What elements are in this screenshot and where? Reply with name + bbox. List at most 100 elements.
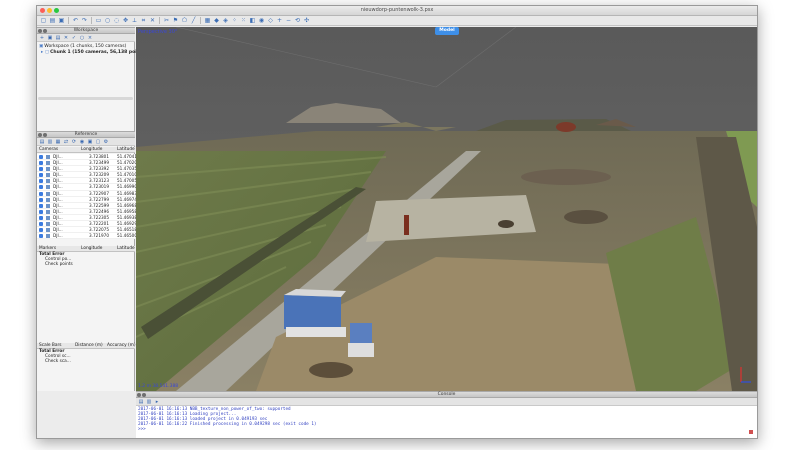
- crop-icon[interactable]: ⌗: [140, 17, 147, 24]
- reference-panel-header: Reference: [37, 131, 135, 138]
- longitude-column-header[interactable]: Longitude: [81, 147, 102, 153]
- marker-icon[interactable]: ⚑: [172, 17, 179, 24]
- save-log-icon[interactable]: ▤: [138, 399, 144, 405]
- reference-toolbar: ▤ ▥ ▦ ⇄ ⟳ ◉ ▣ ▢ ⚙: [37, 138, 135, 146]
- camera-enabled-checkbox[interactable]: [39, 222, 43, 227]
- camera-name: DJI...: [53, 233, 63, 239]
- camera-enabled-checkbox[interactable]: [39, 234, 43, 239]
- distance-column-header[interactable]: Distance (m): [75, 343, 103, 349]
- toolbar-separator: [159, 17, 160, 24]
- move-icon[interactable]: ✣: [303, 17, 310, 24]
- show-markers-icon[interactable]: ◉: [258, 17, 265, 24]
- open-icon[interactable]: ▤: [49, 17, 56, 24]
- model-texture-icon[interactable]: ◈: [222, 17, 229, 24]
- camera-name: DJI...: [53, 196, 63, 202]
- latitude-column-header[interactable]: Latitude: [117, 147, 135, 153]
- camera-enabled-checkbox[interactable]: [39, 203, 43, 208]
- select-rect-icon[interactable]: ▭: [95, 17, 102, 24]
- clear-icon[interactable]: ▦: [55, 139, 61, 145]
- draw-line-icon[interactable]: ╱: [190, 17, 197, 24]
- camera-name: DJI...: [53, 166, 63, 172]
- longitude-column-header[interactable]: Longitude: [81, 246, 102, 252]
- settings-icon[interactable]: ⚙: [103, 139, 109, 145]
- run-script-icon[interactable]: ▸: [154, 399, 160, 405]
- camera-enabled-checkbox[interactable]: [39, 197, 43, 202]
- table-row[interactable]: DJI... 3.721970 51.46500: [37, 233, 137, 240]
- add-chunk-icon[interactable]: +: [39, 35, 45, 41]
- add-folder-icon[interactable]: ▤: [55, 35, 61, 41]
- select-circle-icon[interactable]: ○: [104, 17, 111, 24]
- camera-enabled-checkbox[interactable]: [39, 167, 43, 172]
- latitude-column-header[interactable]: Latitude: [117, 246, 135, 252]
- scalebars-check[interactable]: Check sca...: [45, 359, 71, 365]
- toolbar-separator: [91, 17, 92, 24]
- draw-polygon-icon[interactable]: ⬠: [181, 17, 188, 24]
- close-chunk-icon[interactable]: ×: [87, 35, 93, 41]
- camera-longitude: 3.723019: [89, 184, 109, 190]
- enable-icon[interactable]: ✓: [71, 35, 77, 41]
- navigation-icon[interactable]: ✥: [122, 17, 129, 24]
- disable-icon[interactable]: ○: [79, 35, 85, 41]
- undo-icon[interactable]: ↶: [72, 17, 79, 24]
- camera-enabled-checkbox[interactable]: [39, 215, 43, 220]
- accuracy-column-header[interactable]: Accuracy (m): [107, 343, 136, 349]
- show-shapes-icon[interactable]: ◇: [267, 17, 274, 24]
- model-viewport[interactable]: Perspective 30° 1.2 m 38.541.388: [136, 27, 757, 391]
- markers-check-points[interactable]: Check points: [45, 262, 73, 268]
- zoom-in-icon[interactable]: +: [276, 17, 283, 24]
- camera-enabled-checkbox[interactable]: [39, 155, 43, 159]
- console-toolbar: ▤ ▥ ▸: [136, 398, 757, 406]
- cameras-table-header: Cameras Longitude Latitude: [37, 147, 135, 153]
- remove-item-icon[interactable]: ✕: [63, 35, 69, 41]
- reset-view-icon[interactable]: ⟲: [294, 17, 301, 24]
- view-errors-icon[interactable]: ▢: [95, 139, 101, 145]
- camera-longitude: 3.723392: [89, 166, 109, 172]
- export-icon[interactable]: ▥: [47, 139, 53, 145]
- camera-enabled-checkbox[interactable]: [39, 185, 43, 190]
- camera-icon: [46, 161, 50, 166]
- tab-model[interactable]: Model: [435, 27, 459, 35]
- new-icon[interactable]: ▢: [40, 17, 47, 24]
- camera-longitude: 3.722201: [89, 221, 109, 227]
- import-icon[interactable]: ▤: [39, 139, 45, 145]
- optimize-icon[interactable]: ⟳: [71, 139, 77, 145]
- delete-icon[interactable]: ✕: [149, 17, 156, 24]
- camera-enabled-checkbox[interactable]: [39, 179, 43, 184]
- point-cloud-icon[interactable]: ⁘: [231, 17, 238, 24]
- camera-icon: [46, 209, 50, 214]
- console-output[interactable]: 2017-06-01 16:16:13 NBB_texture_non_powe…: [136, 406, 757, 438]
- point-cloud-render: [136, 27, 757, 391]
- select-free-icon[interactable]: ◌: [113, 17, 120, 24]
- dense-cloud-icon[interactable]: ⁙: [240, 17, 247, 24]
- camera-icon: [46, 185, 50, 190]
- convert-icon[interactable]: ⇄: [63, 139, 69, 145]
- workspace-panel-header: Workspace: [37, 27, 135, 34]
- camera-enabled-checkbox[interactable]: [39, 209, 43, 214]
- view-grid-icon[interactable]: ▦: [204, 17, 211, 24]
- camera-enabled-checkbox[interactable]: [39, 173, 43, 178]
- camera-name: DJI...: [53, 154, 63, 159]
- camera-longitude: 3.722496: [89, 208, 109, 214]
- camera-enabled-checkbox[interactable]: [39, 161, 43, 166]
- model-solid-icon[interactable]: ◆: [213, 17, 220, 24]
- update-icon[interactable]: ◉: [79, 139, 85, 145]
- redo-icon[interactable]: ↷: [81, 17, 88, 24]
- show-cameras-icon[interactable]: ◧: [249, 17, 256, 24]
- workspace-icon: ▣: [39, 44, 44, 49]
- ruler-icon[interactable]: ⟂: [131, 17, 138, 24]
- workspace-scrollbar[interactable]: [38, 97, 133, 100]
- cut-icon[interactable]: ✂: [163, 17, 170, 24]
- view-source-icon[interactable]: ▣: [87, 139, 93, 145]
- camera-enabled-checkbox[interactable]: [39, 228, 43, 233]
- save-icon[interactable]: ▣: [58, 17, 65, 24]
- camera-icon: [46, 167, 50, 172]
- console-line: >>>: [138, 427, 146, 432]
- camera-latitude: 51.47020: [117, 160, 137, 166]
- zoom-out-icon[interactable]: −: [285, 17, 292, 24]
- camera-latitude: 51.47035: [117, 166, 137, 172]
- camera-name: DJI...: [53, 160, 63, 166]
- cameras-column-header[interactable]: Cameras: [39, 147, 58, 153]
- camera-enabled-checkbox[interactable]: [39, 191, 43, 196]
- add-photos-icon[interactable]: ▣: [47, 35, 53, 41]
- clear-log-icon[interactable]: ▥: [146, 399, 152, 405]
